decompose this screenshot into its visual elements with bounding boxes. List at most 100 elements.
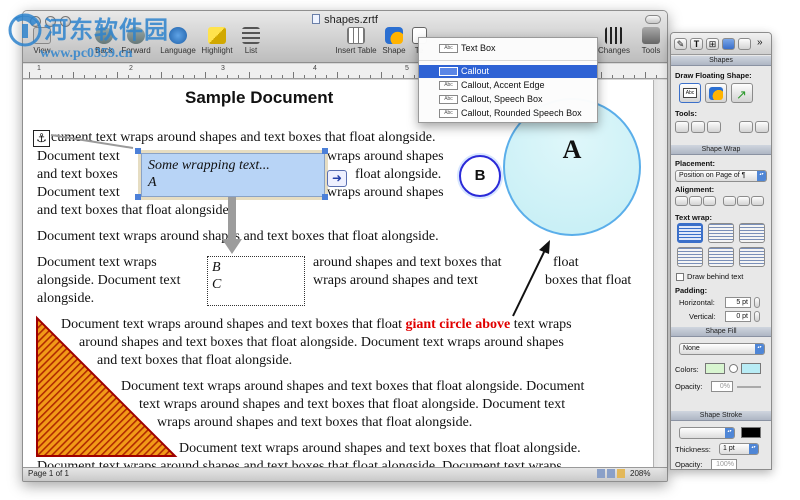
ruler-number: 5: [405, 65, 409, 72]
section-header-shape-stroke[interactable]: Shape Stroke: [671, 411, 771, 421]
section-header-shapes[interactable]: Shapes: [671, 56, 771, 66]
speech-box-icon: Abc: [439, 95, 458, 104]
horizontal-padding-field[interactable]: 5 pt: [725, 297, 751, 308]
vertical-scrollbar[interactable]: [653, 80, 667, 468]
ruler-tick: [117, 72, 118, 78]
lock-icon[interactable]: [617, 469, 625, 478]
opacity-slider[interactable]: [737, 386, 761, 388]
gradient-toggle-icon[interactable]: [729, 364, 738, 373]
ruler-tick: [249, 72, 250, 78]
fill-type-select[interactable]: None: [679, 343, 765, 355]
document-page[interactable]: Sample Document ⚓ cument text wraps arou…: [23, 80, 655, 468]
shapes-tab-icon[interactable]: [722, 38, 735, 50]
fill-color-well[interactable]: [705, 363, 725, 374]
page-indicator[interactable]: Page 1 of 1: [28, 469, 69, 478]
horizontal-padding-stepper[interactable]: [754, 297, 760, 308]
stroke-opacity-field[interactable]: 100%: [711, 459, 737, 469]
ruler-tick: [95, 75, 96, 78]
document-icon: [312, 14, 321, 24]
ruler-tick: [381, 72, 382, 78]
textbox-shape-button[interactable]: Abc: [679, 83, 701, 103]
ruler-tick: [282, 75, 283, 78]
table-tab-icon[interactable]: ⊞: [706, 38, 719, 50]
ruler-tick: [359, 75, 360, 78]
draw-behind-text-checkbox[interactable]: [676, 273, 684, 281]
wrap-option-button[interactable]: [677, 223, 703, 243]
more-tabs-icon[interactable]: »: [757, 37, 763, 48]
vertical-padding-field[interactable]: 0 pt: [725, 311, 751, 322]
arrow-line[interactable]: [512, 249, 546, 317]
tool-button[interactable]: [675, 121, 689, 133]
ruler-tick: [260, 75, 261, 78]
ruler-tick: [128, 75, 129, 78]
fill-color-well-secondary[interactable]: [741, 363, 761, 374]
stroke-color-well[interactable]: [741, 427, 761, 438]
down-arrow-head[interactable]: [222, 239, 242, 254]
tools-button[interactable]: Tools: [637, 27, 665, 61]
align-center-button[interactable]: [689, 196, 702, 206]
page-tab-icon[interactable]: [738, 38, 751, 50]
triangle-shape[interactable]: [36, 315, 178, 457]
draw-behind-text-label: Draw behind text: [687, 272, 744, 281]
wrap-option-button[interactable]: [739, 247, 765, 267]
list-button[interactable]: List: [239, 27, 263, 61]
ruler-tick: [348, 75, 349, 78]
ruler-tick: [612, 75, 613, 78]
ruler-tick: [227, 75, 228, 78]
shape-picker-button[interactable]: [705, 83, 727, 103]
shape-icon: [385, 27, 403, 44]
stroke-style-select[interactable]: [679, 427, 735, 439]
toolbar-toggle-button[interactable]: [645, 15, 661, 24]
wrap-option-button[interactable]: [708, 247, 734, 267]
outline-view-icon[interactable]: [607, 469, 615, 478]
menu-item-callout[interactable]: Callout: [419, 65, 597, 78]
callout-accent-edge-icon: Abc: [439, 81, 458, 90]
status-bar: Page 1 of 1 208%: [23, 467, 667, 481]
menu-item-callout-speech-box[interactable]: Abc Callout, Speech Box: [419, 93, 597, 106]
shape-overlay: [36, 134, 550, 457]
tools-label: Tools:: [675, 109, 697, 118]
draw-floating-shape-label: Draw Floating Shape:: [675, 71, 752, 80]
thickness-select[interactable]: 1 pt: [719, 443, 759, 455]
textbox-icon: Abc: [683, 88, 697, 98]
zoom-level[interactable]: 208%: [630, 469, 650, 478]
line-picker-button[interactable]: ↗: [731, 83, 753, 103]
callout-icon: [439, 67, 458, 76]
menu-item-callout-accent-edge[interactable]: Abc Callout, Accent Edge: [419, 79, 597, 92]
text-tab-icon[interactable]: T: [690, 38, 703, 50]
placement-label: Placement:: [675, 159, 716, 168]
section-header-shape-wrap[interactable]: Shape Wrap: [671, 145, 771, 155]
align-bottom-button[interactable]: [751, 196, 764, 206]
tool-button[interactable]: [739, 121, 753, 133]
align-left-button[interactable]: [675, 196, 688, 206]
align-right-button[interactable]: [703, 196, 716, 206]
placement-select[interactable]: Position on Page of ¶: [675, 170, 767, 182]
highlight-button[interactable]: Highlight: [199, 27, 235, 61]
inspector-panel: ✎ T ⊞ » Shapes Draw Floating Shape: Abc …: [670, 32, 772, 470]
menu-item-callout-rounded-speech-box[interactable]: Abc Callout, Rounded Speech Box: [419, 107, 597, 120]
vertical-padding-stepper[interactable]: [754, 311, 760, 322]
ruler-tick: [172, 75, 173, 78]
globe-icon: [169, 27, 187, 44]
tool-button[interactable]: [755, 121, 769, 133]
section-header-shape-fill[interactable]: Shape Fill: [671, 327, 771, 337]
page-view-icon[interactable]: [597, 469, 605, 478]
menu-item-text-box[interactable]: Abc Text Box: [419, 42, 597, 55]
ruler-tick: [304, 75, 305, 78]
align-middle-button[interactable]: [737, 196, 750, 206]
wrap-option-button[interactable]: [677, 247, 703, 267]
ruler-tick: [634, 75, 635, 78]
textbox-icon: Abc: [439, 44, 458, 53]
wrap-option-button[interactable]: [739, 223, 765, 243]
align-top-button[interactable]: [723, 196, 736, 206]
shape-button[interactable]: Shape: [381, 27, 407, 61]
pencil-icon[interactable]: ✎: [674, 38, 687, 50]
ruler-tick: [29, 72, 30, 78]
wrap-option-button[interactable]: [708, 223, 734, 243]
tool-button[interactable]: [707, 121, 721, 133]
colors-label: Colors:: [675, 365, 699, 374]
opacity-field[interactable]: 0%: [711, 381, 733, 392]
changes-button[interactable]: Changes: [597, 27, 631, 61]
insert-table-button[interactable]: Insert Table: [333, 27, 379, 61]
tool-button[interactable]: [691, 121, 705, 133]
